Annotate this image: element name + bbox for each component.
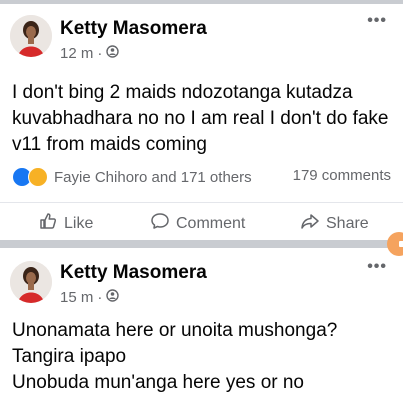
- friends-icon: [106, 45, 120, 62]
- share-label: Share: [326, 214, 369, 232]
- dot-separator: ·: [97, 45, 103, 62]
- post-meta: 15 m ·: [60, 289, 120, 306]
- post-text-line: Unonamata here or unoita mushonga?: [12, 320, 338, 341]
- comment-button[interactable]: Comment: [150, 211, 245, 236]
- thumbs-up-icon: [38, 211, 58, 236]
- share-arrow-icon: [300, 211, 320, 236]
- post-time[interactable]: 15 m: [60, 289, 93, 306]
- post-text: I don't bing 2 maids ndozotanga kutadza …: [12, 82, 389, 155]
- post-divider: [0, 240, 403, 248]
- more-options-icon[interactable]: •••: [367, 258, 387, 276]
- avatar[interactable]: [10, 15, 52, 57]
- avatar[interactable]: [10, 261, 52, 303]
- reactions-text: Fayie Chihoro and 171 others: [54, 168, 252, 186]
- share-button[interactable]: Share: [300, 211, 369, 236]
- post-text-line: Tangira ipapo: [12, 346, 127, 367]
- reaction-icons: [12, 167, 48, 187]
- friends-icon: [106, 289, 120, 306]
- like-button[interactable]: Like: [38, 211, 93, 236]
- post-text-line: Unobuda mun'anga here yes or no: [12, 372, 304, 393]
- dot-separator: ·: [97, 289, 103, 306]
- post-card: Ketty Masomera 12 m · ••• I don't bing 2…: [0, 4, 403, 240]
- post-meta: 12 m ·: [60, 45, 120, 62]
- like-label: Like: [64, 214, 94, 232]
- more-options-icon[interactable]: •••: [367, 12, 387, 30]
- post-time[interactable]: 12 m: [60, 45, 93, 62]
- author-name[interactable]: Ketty Masomera: [60, 18, 207, 40]
- comment-label: Comment: [176, 214, 246, 232]
- post-actions: Like Comment Share: [0, 202, 403, 237]
- comments-count[interactable]: 179 comments: [293, 167, 391, 184]
- reactions-summary[interactable]: Fayie Chihoro and 171 others: [12, 167, 252, 187]
- author-name[interactable]: Ketty Masomera: [60, 262, 207, 284]
- haha-reaction-icon: [28, 167, 48, 187]
- post-text: Unonamata here or unoita mushonga? Tangi…: [12, 318, 393, 396]
- comment-bubble-icon: [150, 211, 170, 236]
- post-card: Ketty Masomera 15 m · ••• Unonamata here…: [0, 248, 403, 402]
